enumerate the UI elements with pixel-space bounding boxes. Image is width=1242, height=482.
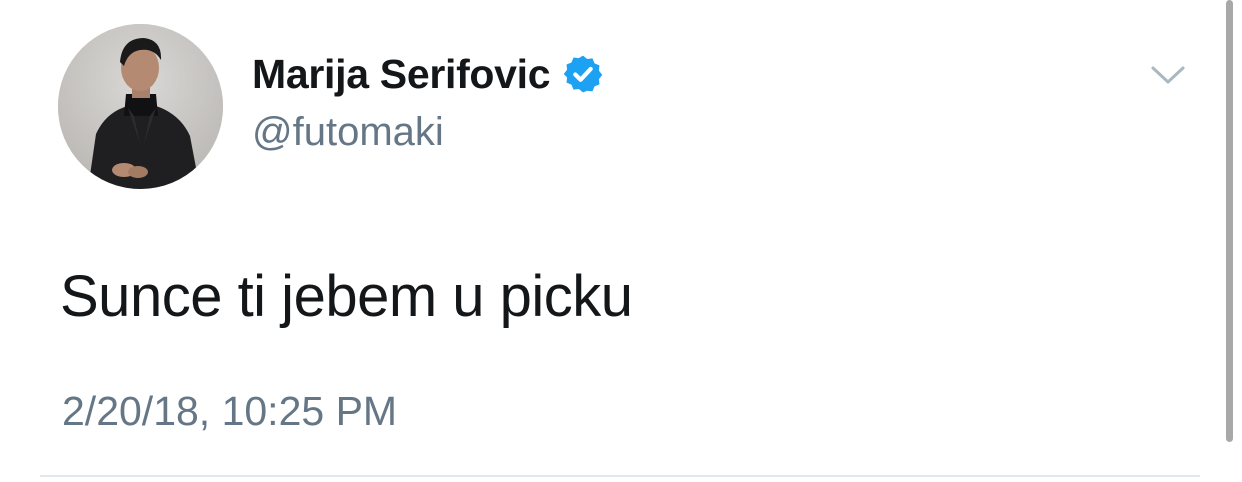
avatar-photo [58,24,223,189]
tweet-timestamp[interactable]: 2/20/18, 10:25 PM [62,385,397,437]
author-avatar[interactable] [58,24,223,189]
tweet-text: Sunce ti jebem u picku [60,264,633,329]
chevron-down-icon[interactable] [1150,62,1186,88]
author-handle[interactable]: @futomaki [252,108,444,156]
verified-badge-icon [562,53,604,95]
tweet-card: Marija Serifovic @futomaki Sunce ti jebe… [0,0,1242,482]
divider [40,475,1200,477]
scrollbar[interactable] [1226,0,1233,442]
author-display-name[interactable]: Marija Serifovic [252,50,551,98]
author-name-row[interactable]: Marija Serifovic [252,50,604,98]
